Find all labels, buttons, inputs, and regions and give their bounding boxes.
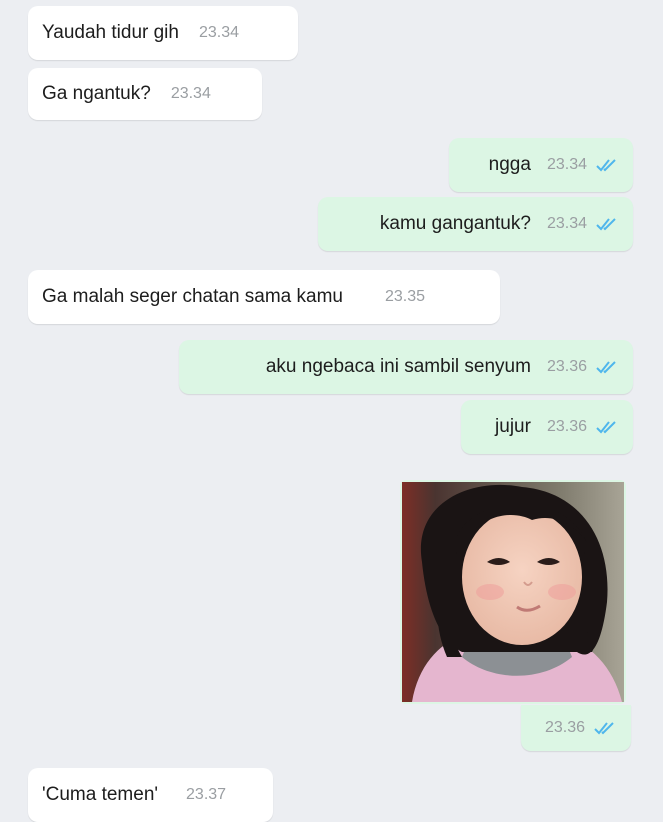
smiling-child-photo-icon[interactable] [402,482,624,702]
message-outgoing[interactable]: kamu gangantuk? 23.34 [318,197,633,251]
message-text: kamu gangantuk? [379,213,531,234]
message-incoming[interactable]: Yaudah tidur gih 23.34 [28,6,298,60]
message-time: 23.36 [544,719,585,736]
message-text: Ga malah seger chatan sama kamu [42,286,343,307]
read-ticks-icon [593,720,617,736]
read-ticks-icon [595,359,619,375]
chat-thread: Yaudah tidur gih 23.34 Ga ngantuk? 23.34… [0,0,663,822]
message-outgoing[interactable]: jujur 23.36 [461,400,633,454]
message-text: ngga [488,154,531,175]
message-text: jujur [495,416,531,437]
message-time: 23.36 [546,358,587,375]
message-text: Ga ngantuk? [42,83,151,104]
read-ticks-icon [595,419,619,435]
message-text: Yaudah tidur gih [42,22,179,43]
message-time: 23.35 [385,288,426,305]
message-time: 23.34 [546,156,587,173]
message-time: 23.34 [546,215,587,232]
message-text: aku ngebaca ini sambil senyum [265,356,531,377]
message-time: 23.37 [186,786,227,803]
message-outgoing[interactable]: ngga 23.34 [449,138,633,192]
message-time: 23.34 [198,24,240,41]
image-message-meta: 23.36 [521,705,631,751]
message-incoming[interactable]: Ga malah seger chatan sama kamu 23.35 [28,270,500,324]
message-time: 23.34 [170,85,211,102]
read-ticks-icon [595,157,619,173]
message-time: 23.36 [546,418,587,435]
message-outgoing-image[interactable] [400,480,626,704]
read-ticks-icon [595,216,619,232]
message-incoming[interactable]: 'Cuma temen' 23.37 [28,768,273,822]
message-text: 'Cuma temen' [42,784,159,805]
message-incoming[interactable]: Ga ngantuk? 23.34 [28,68,262,120]
message-outgoing[interactable]: aku ngebaca ini sambil senyum 23.36 [179,340,633,394]
